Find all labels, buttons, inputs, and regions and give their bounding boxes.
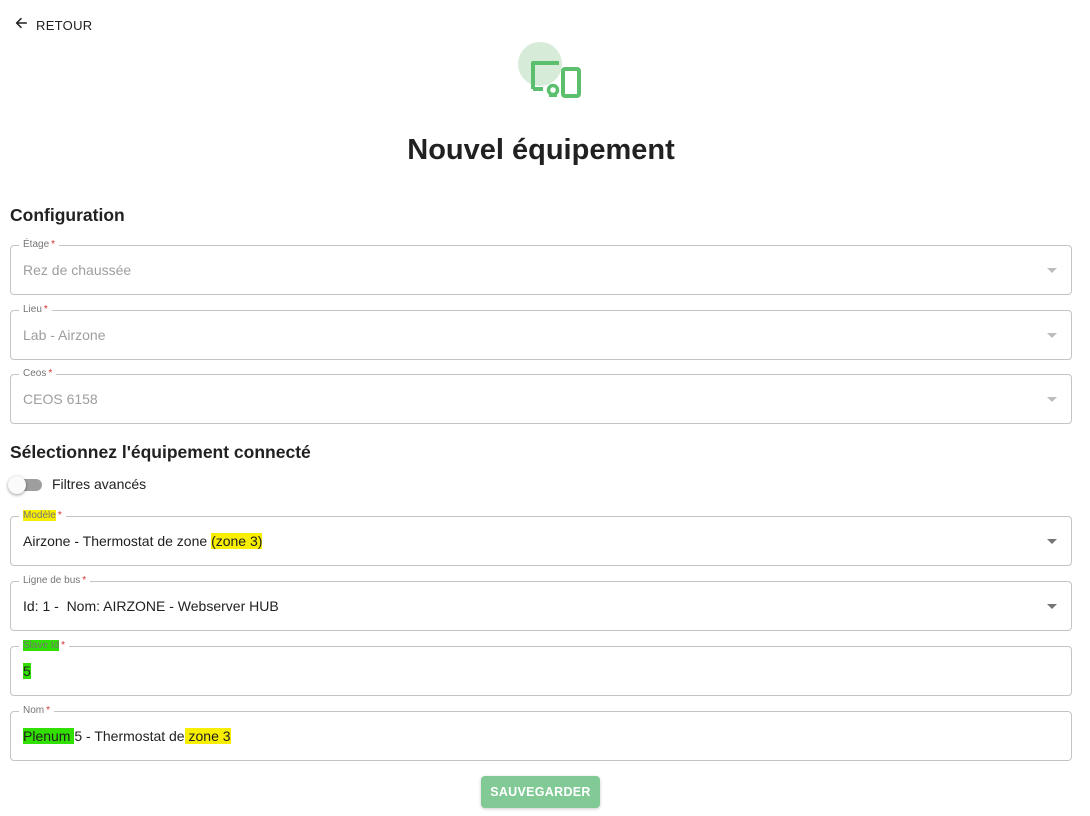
nom-label: Nom * (19, 705, 55, 717)
nom-input[interactable]: Nom * Plenum 5 - Thermostat de zone 3 (10, 705, 1072, 761)
lieu-value: Lab - Airzone (23, 327, 106, 343)
ceos-value: CEOS 6158 (23, 391, 98, 407)
dropdown-arrow-icon (1047, 397, 1057, 402)
lieu-select[interactable]: Lieu * Lab - Airzone (10, 304, 1072, 360)
section-title-configuration: Configuration (10, 205, 125, 225)
page-title: Nouvel équipement (407, 134, 675, 166)
advanced-filters-label: Filtres avancés (52, 476, 147, 492)
advanced-filters-toggle[interactable] (8, 476, 44, 494)
back-label: RETOUR (36, 17, 93, 33)
ceos-select[interactable]: Ceos * CEOS 6158 (10, 368, 1072, 424)
arrow-left-icon (14, 16, 28, 35)
slave-id-label: Slave Id * (19, 640, 70, 652)
slave-id-value: 5 (23, 663, 31, 679)
back-button[interactable]: RETOUR (14, 16, 92, 34)
dropdown-arrow-icon (1047, 268, 1057, 273)
section-title-connected-equipment: Sélectionnez l'équipement connecté (10, 442, 311, 462)
nom-value: Plenum 5 - Thermostat de zone 3 (23, 728, 231, 744)
etage-value: Rez de chaussée (23, 262, 132, 278)
modele-label: Modèle * (19, 510, 66, 522)
highlight-zone: (zone 3) (211, 533, 263, 549)
modele-select[interactable]: Modèle * Airzone - Thermostat de zone (zo… (10, 510, 1072, 566)
dropdown-arrow-icon (1047, 604, 1057, 609)
bus-line-value: Id: 1 - Nom: AIRZONE - Webserver HUB (23, 598, 279, 614)
save-button[interactable]: SAUVEGARDER (481, 776, 600, 808)
dropdown-arrow-icon (1047, 539, 1057, 544)
slave-id-input[interactable]: Slave Id * 5 (10, 640, 1072, 696)
etage-label: Étage * (19, 239, 60, 251)
ceos-label: Ceos * (19, 368, 57, 380)
bus-line-select[interactable]: Ligne de bus * Id: 1 - Nom: AIRZONE - Web… (10, 575, 1072, 631)
hero-illustration (517, 41, 587, 105)
etage-select[interactable]: Étage * Rez de chaussée (10, 239, 1072, 295)
dropdown-arrow-icon (1047, 333, 1057, 338)
modele-value: Airzone - Thermostat de zone (zone 3) (23, 533, 263, 549)
toggle-thumb (8, 476, 26, 494)
lieu-label: Lieu * (19, 304, 52, 316)
bus-line-label: Ligne de bus * (19, 575, 91, 587)
